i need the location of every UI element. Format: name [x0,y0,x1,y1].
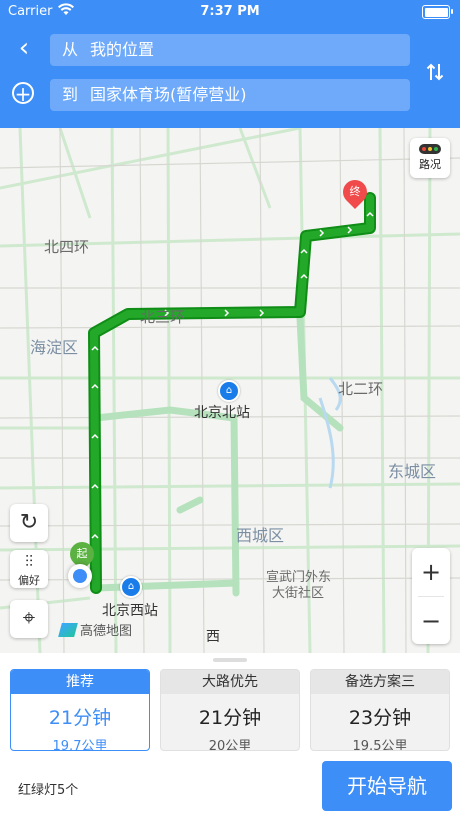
start-marker-label: 起 [76,547,88,560]
plan-tag: 推荐 [11,670,149,694]
crosshair-icon: ⌖ [22,606,36,631]
label-dongcheng: 东城区 [388,462,437,481]
current-location-icon [68,564,92,588]
route-plans-panel: 推荐 21分钟 19.7公里 大路优先 21分钟 20公里 备选方案三 23分钟… [0,653,460,818]
plan-time: 23分钟 [348,707,412,729]
status-time: 7:37 PM [200,4,260,19]
logo-text: 高德地图 [80,624,133,639]
refresh-route-button[interactable]: ↻ [10,504,48,542]
prefer-label: 偏好 [18,574,40,587]
swap-icon [426,63,444,81]
plan-time: 21分钟 [48,707,112,729]
origin-field[interactable]: 从 我的位置 [50,34,410,66]
plan-tag: 大路优先 [161,670,299,694]
swap-endpoints-button[interactable] [422,62,448,88]
origin-label: 从 [62,40,79,59]
zoom-control: + − [412,548,450,644]
label-xi: 西 [206,629,220,645]
plan-card-main-roads[interactable]: 大路优先 21分钟 20公里 [160,669,300,751]
plan-distance: 19.7公里 [52,739,108,751]
label-north-3rd-ring: 北三环 [140,308,186,326]
traffic-light-icon [419,144,441,154]
route-map[interactable]: 北四环 北三环 海淀区 北京北站 北二环 东城区 西城区 北京西站 宣武门外东 … [0,128,460,653]
label-north-2nd-ring: 北二环 [338,380,384,398]
label-beijing-west-station: 北京西站 [102,603,158,619]
origin-value: 我的位置 [90,40,155,59]
destination-field[interactable]: 到 国家体育场(暂停营业) [50,79,410,111]
end-marker-label: 终 [349,185,361,198]
label-xicheng: 西城区 [236,526,285,545]
route-preference-button[interactable]: ⫶⫶ 偏好 [10,550,48,588]
label-north-4th-ring: 北四环 [44,238,90,256]
plan-card-recommended[interactable]: 推荐 21分钟 19.7公里 [10,669,150,751]
amap-logo-icon [58,623,78,637]
traffic-toggle-button[interactable]: 路况 [410,138,450,178]
locate-me-button[interactable]: ⌖ [10,600,48,638]
plan-card-alternative[interactable]: 备选方案三 23分钟 19.5公里 [310,669,450,751]
refresh-icon: ↻ [19,510,39,535]
railway-station-icon[interactable]: ⌂ [120,576,142,598]
back-button[interactable]: ‹ [10,34,38,62]
amap-logo: 高德地图 [58,620,133,639]
add-waypoint-button[interactable]: + [12,82,34,105]
destination-label: 到 [62,85,79,104]
traffic-label: 路况 [419,158,441,171]
status-bar: Carrier 7:37 PM [0,0,460,24]
drag-handle[interactable] [213,658,247,662]
traffic-lights-count: 红绿灯5个 [18,783,79,798]
label-haidian: 海淀区 [30,338,79,357]
zoom-in-button[interactable]: + [412,548,450,596]
label-beijing-north-station: 北京北站 [194,405,250,421]
battery-icon [422,5,453,19]
destination-value: 国家体育场(暂停营业) [90,85,247,104]
zoom-out-button[interactable]: − [412,597,450,645]
railway-station-icon[interactable]: ⌂ [218,380,240,402]
start-navigation-button[interactable]: 开始导航 [322,761,452,811]
label-dajie: 大街社区 [272,586,325,601]
plan-distance: 20公里 [208,739,252,751]
plan-time: 21分钟 [198,707,262,729]
sliders-icon: ⫶⫶ [24,552,33,571]
route-header: ‹ + 从 我的位置 到 国家体育场(暂停营业) [0,24,460,128]
end-marker[interactable]: 终 [338,175,372,209]
plan-distance: 19.5公里 [352,739,408,751]
plan-tag: 备选方案三 [311,670,449,694]
